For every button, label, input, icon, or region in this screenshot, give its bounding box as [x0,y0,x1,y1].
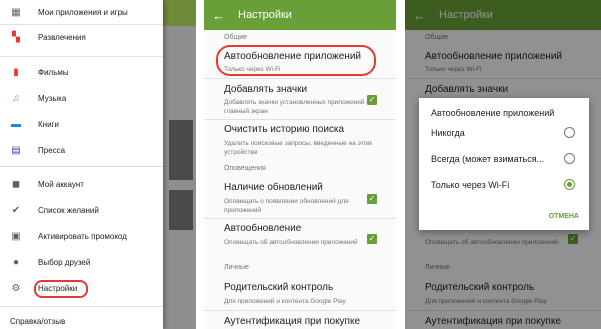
gear-icon: ⚙ [11,282,21,294]
checkbox-checked[interactable]: ✓ [367,194,377,204]
section-header: Оповещения [224,165,266,172]
divider [0,56,163,57]
drawer-item-wishlist[interactable]: ✔ Список желаний [0,198,163,222]
auto-update-dialog: Автообновление приложений Никогда Всегда… [419,98,589,230]
app-tile [169,120,193,180]
navigation-drawer: ▦ Мои приложения и игры ▚ Развлечения ▮ … [0,0,163,329]
divider [204,218,396,219]
wishlist-icon: ✔ [11,204,21,216]
app-bar: ← Настройки [204,0,396,30]
divider [204,119,396,120]
music-icon: ♫ [12,92,20,104]
setting-title: Родительский контроль [224,282,334,293]
back-arrow-icon[interactable]: ← [212,8,226,23]
store-background [163,0,196,329]
people-icon: ● [12,256,20,268]
app-tile [169,190,193,230]
section-header: Личные [224,264,249,271]
divider [204,78,396,79]
option-label: Только через Wi-Fi [431,180,510,190]
setting-title: Добавлять значки [224,84,308,95]
drawer-item-label: Развлечения [38,32,86,42]
setting-title: Наличие обновлений [224,182,323,193]
drawer-item-music[interactable]: ♫ Музыка [0,86,163,110]
apps-icon: ▦ [11,6,21,18]
drawer-item-label: Выбор друзей [38,257,91,267]
checkbox-checked[interactable]: ✓ [367,234,377,244]
drawer-screen: ▦ Мои приложения и игры ▚ Развлечения ▮ … [0,0,196,329]
option-label: Никогда [431,128,465,138]
drawer-item-redeem[interactable]: ▣ Активировать промокод [0,224,163,248]
drawer-item-label: Справка/отзыв [10,316,66,326]
highlight-oval [216,45,376,76]
setting-summary: Оповещать о появлении обновлений для при… [224,198,349,214]
movies-icon: ▮ [13,66,19,78]
dialog-screen: ← Настройки Общие Автообновление приложе… [405,0,601,329]
drawer-item-label: Книги [38,119,59,129]
highlight-oval [34,280,88,298]
setting-title: Автообновление [224,223,302,234]
setting-title: Аутентификация при покупке [224,316,361,327]
divider [0,166,163,167]
search-bar-strip [163,0,196,26]
drawer-item-label: Музыка [38,93,67,103]
books-icon: ▬ [11,118,21,130]
dialog-title: Автообновление приложений [431,108,555,118]
drawer-item-label: Пресса [38,145,66,155]
drawer-item-label: Мой аккаунт [38,179,84,189]
setting-title: Очистить историю поиска [224,124,345,135]
page-title: Настройки [238,9,292,21]
drawer-item-label: Мои приложения и игры [38,7,128,17]
drawer-item-entertainment[interactable]: ▚ Развлечения [0,25,163,49]
drawer-item-label: Фильмы [38,67,69,77]
newsstand-icon: ▤ [11,144,21,156]
redeem-icon: ▣ [11,230,21,242]
settings-screen: ← Настройки Общие Автообновление приложе… [204,0,396,329]
option-label: Всегда (может взиматься... [431,154,545,164]
checkbox-checked[interactable]: ✓ [367,95,377,105]
drawer-item-movies[interactable]: ▮ Фильмы [0,60,163,84]
drawer-item-help[interactable]: Справка/отзыв [0,309,163,329]
drawer-item-label: Список желаний [38,205,99,215]
divider [204,310,396,311]
entertainment-icon: ▚ [12,31,20,43]
drawer-item-my-apps[interactable]: ▦ Мои приложения и игры [0,0,163,24]
radio-button-selected[interactable] [564,179,575,190]
drawer-item-label: Активировать промокод [38,231,127,241]
drawer-item-books[interactable]: ▬ Книги [0,112,163,136]
radio-button[interactable] [564,127,575,138]
divider [0,306,163,307]
account-icon: ◼ [11,178,21,190]
radio-button[interactable] [564,153,575,164]
cancel-button[interactable]: ОТМЕНА [549,213,579,220]
drawer-item-account[interactable]: ◼ Мой аккаунт [0,172,163,196]
setting-summary: Добавлять значки установленных приложени… [224,99,374,115]
setting-summary: Оповещать об автообновлении приложений [224,239,358,246]
section-header: Общие [224,34,248,41]
setting-summary: Для приложений и контента Google Play [224,298,346,305]
drawer-item-newsstand[interactable]: ▤ Пресса [0,138,163,162]
setting-summary: Удалить поисковые запросы, введенные на … [224,140,372,156]
drawer-item-people[interactable]: ● Выбор друзей [0,250,163,274]
